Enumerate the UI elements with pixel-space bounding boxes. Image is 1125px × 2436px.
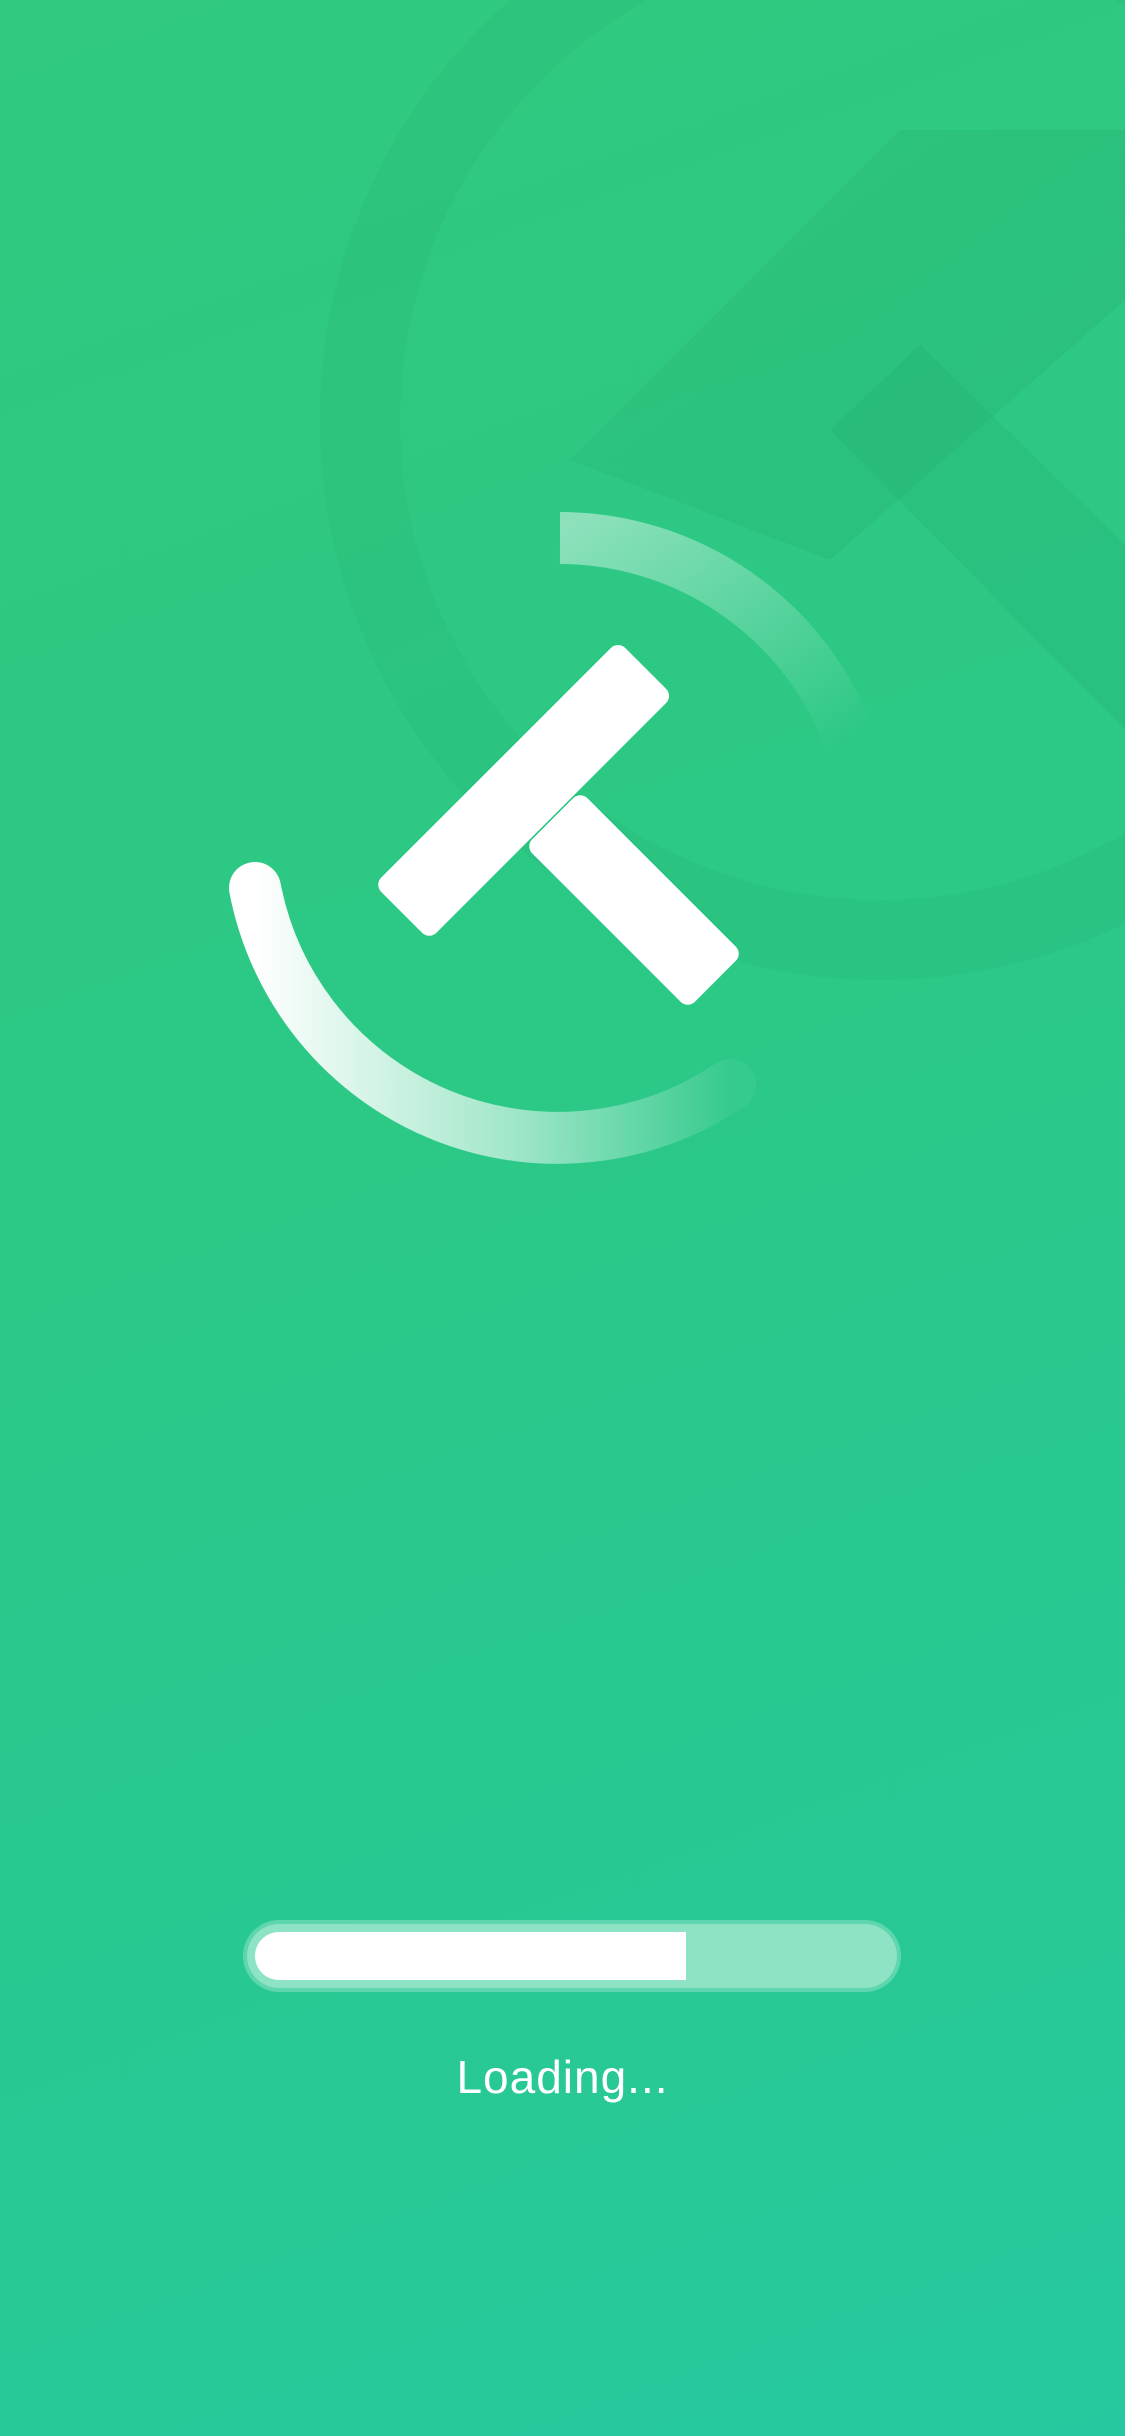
app-logo-icon bbox=[229, 512, 875, 1164]
loading-progress-bar bbox=[247, 1924, 897, 1988]
loading-label: Loading... bbox=[456, 2051, 669, 2103]
splash-screen: Loading... bbox=[0, 0, 1125, 2436]
loading-progress-fill bbox=[255, 1932, 687, 1980]
